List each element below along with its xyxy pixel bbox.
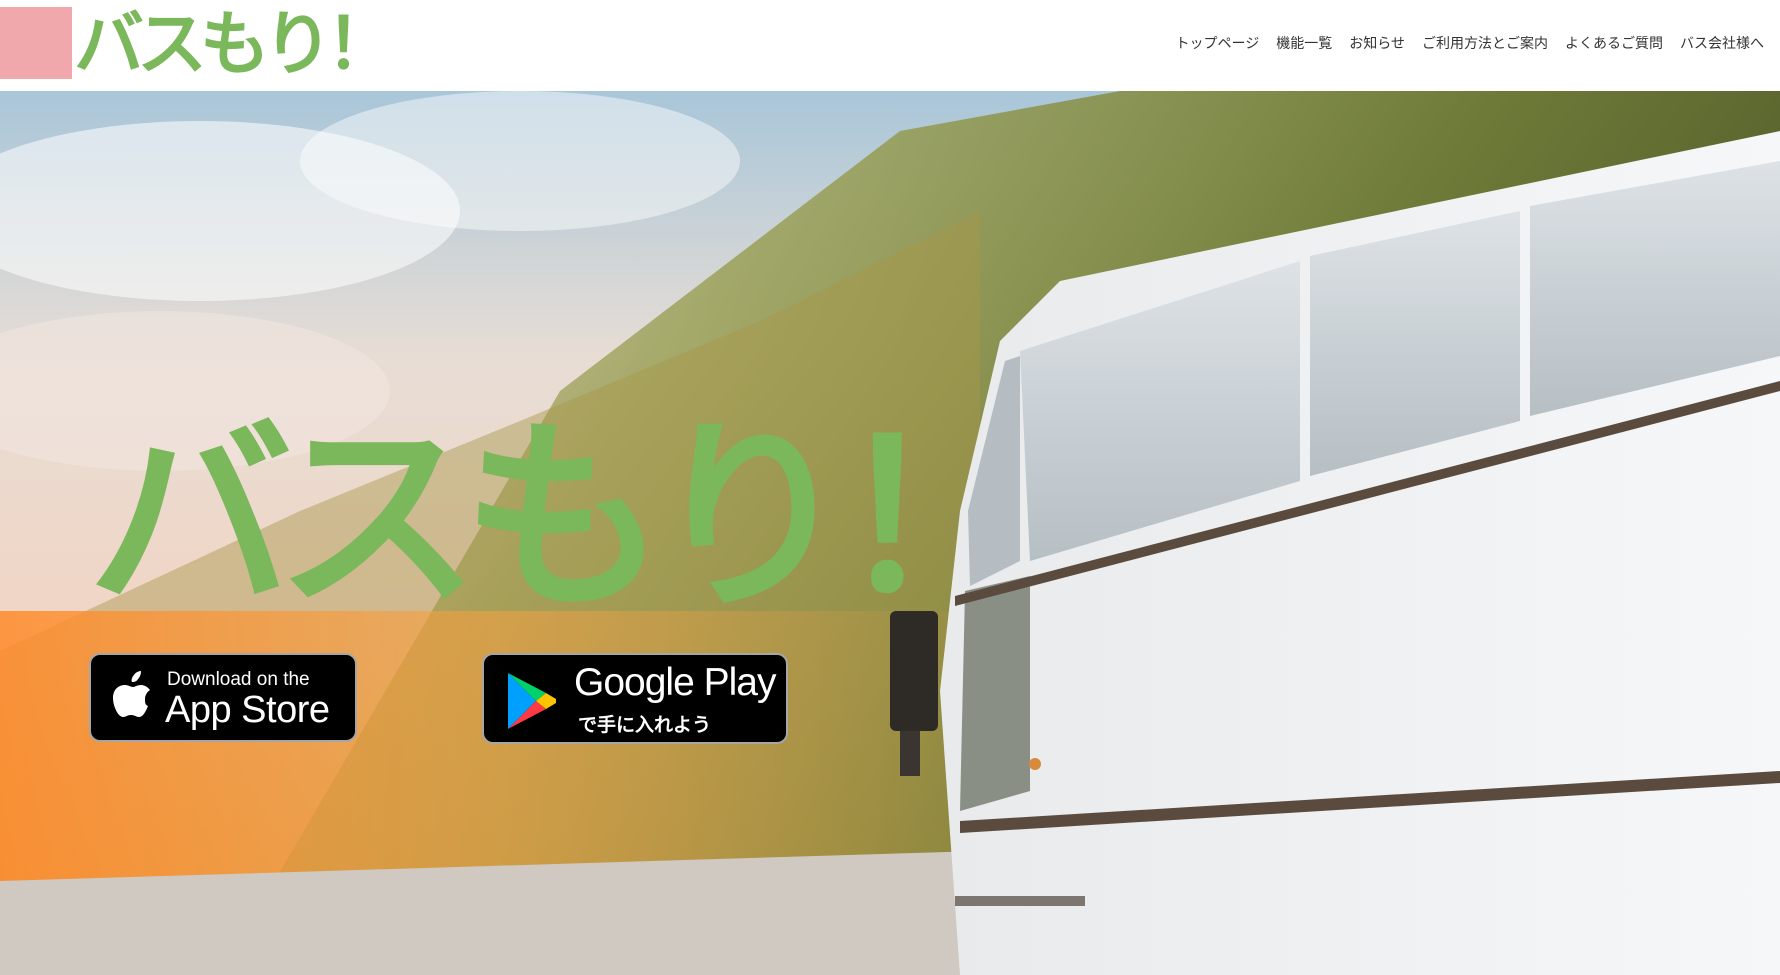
- google-play-icon: [508, 673, 556, 729]
- logo-pink-block: [0, 7, 72, 79]
- hero-banner: バスもり！ Download on the App Store Google P…: [0, 91, 1780, 975]
- site-header: バスもり！ トップページ 機能一覧 お知らせ ご利用方法とご案内 よくあるご質問…: [0, 0, 1780, 91]
- nav-item-guide[interactable]: ご利用方法とご案内: [1422, 33, 1548, 53]
- app-store-line1: Download on the: [167, 669, 310, 690]
- hero-title: バスもり！: [88, 400, 1041, 638]
- site-logo[interactable]: バスもり！: [74, 0, 396, 88]
- nav-item-top[interactable]: トップページ: [1176, 33, 1260, 53]
- main-nav: トップページ 機能一覧 お知らせ ご利用方法とご案内 よくあるご質問 バス会社様…: [1176, 33, 1764, 53]
- google-play-line1: Google Play: [574, 661, 776, 704]
- nav-item-faq[interactable]: よくあるご質問: [1565, 33, 1663, 53]
- google-play-line2: で手に入れよう: [578, 714, 712, 736]
- nav-item-news[interactable]: お知らせ: [1349, 33, 1405, 53]
- nav-item-features[interactable]: 機能一覧: [1276, 33, 1332, 53]
- app-store-badge[interactable]: Download on the App Store: [89, 653, 357, 742]
- apple-icon: [113, 671, 150, 717]
- app-store-line2: App Store: [165, 689, 330, 731]
- google-play-badge[interactable]: Google Play で手に入れよう: [482, 653, 788, 744]
- nav-item-bus-companies[interactable]: バス会社様へ: [1680, 33, 1764, 53]
